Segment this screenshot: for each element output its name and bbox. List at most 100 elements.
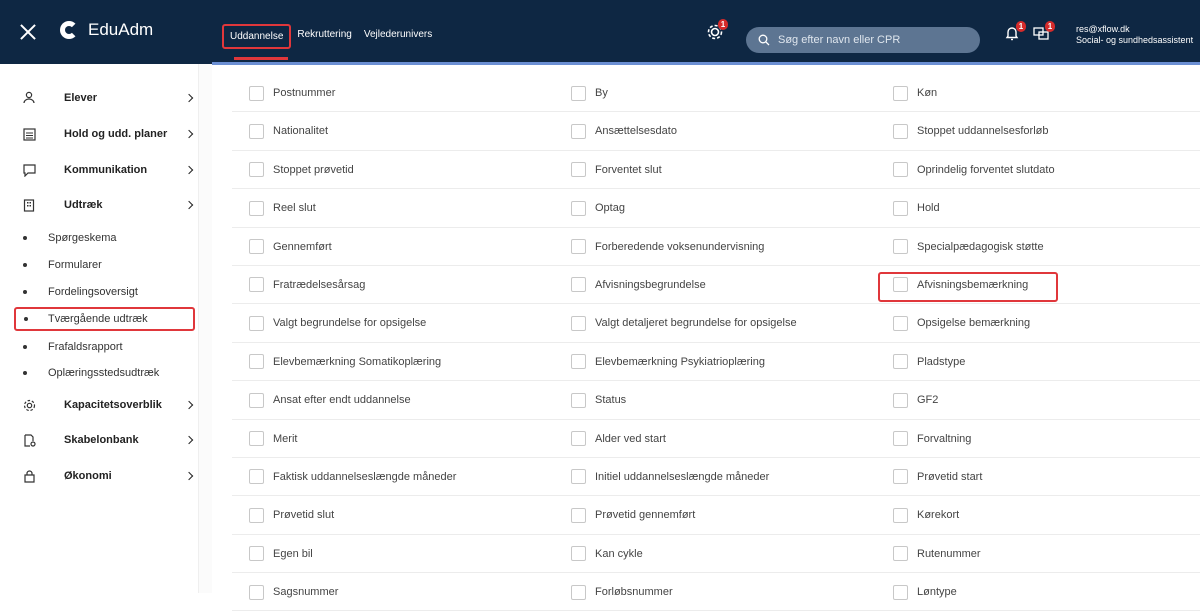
sidebar-subitem-tvaergaaende-udtraek[interactable]: Tværgående udtræk: [14, 307, 195, 331]
field-option[interactable]: Forventet slut: [571, 161, 662, 179]
sidebar-subitem-formularer[interactable]: Formularer: [0, 255, 198, 275]
field-option[interactable]: Sagsnummer: [249, 583, 338, 601]
field-option[interactable]: Pladstype: [893, 353, 965, 371]
field-option[interactable]: Hold: [893, 199, 940, 217]
field-checkbox[interactable]: [571, 200, 586, 216]
field-checkbox[interactable]: [571, 162, 586, 178]
field-checkbox[interactable]: [249, 200, 264, 216]
field-checkbox[interactable]: [893, 392, 908, 408]
field-option[interactable]: Ansat efter endt uddannelse: [249, 391, 411, 409]
field-checkbox[interactable]: [571, 85, 586, 101]
field-checkbox[interactable]: [893, 507, 908, 523]
field-option[interactable]: Prøvetid gennemført: [571, 506, 695, 524]
field-option[interactable]: Prøvetid start: [893, 468, 982, 486]
field-option[interactable]: Specialpædagogisk støtte: [893, 238, 1044, 256]
field-option[interactable]: Forvaltning: [893, 430, 971, 448]
field-checkbox[interactable]: [249, 507, 264, 523]
field-checkbox[interactable]: [571, 431, 586, 447]
field-checkbox[interactable]: [893, 315, 908, 331]
field-option[interactable]: Alder ved start: [571, 430, 666, 448]
field-checkbox[interactable]: [571, 546, 586, 562]
field-option[interactable]: Elevbemærkning Psykiatrioplæring: [571, 353, 765, 371]
sidebar-item-elever[interactable]: Elever: [0, 86, 198, 110]
field-option[interactable]: Status: [571, 391, 626, 409]
field-option[interactable]: Kørekort: [893, 506, 959, 524]
field-option[interactable]: Nationalitet: [249, 122, 328, 140]
field-checkbox[interactable]: [249, 315, 264, 331]
field-checkbox[interactable]: [249, 392, 264, 408]
field-option[interactable]: Afvisningsbemærkning: [893, 276, 1028, 294]
field-checkbox[interactable]: [249, 354, 264, 370]
field-option[interactable]: Opsigelse bemærkning: [893, 314, 1030, 332]
field-checkbox[interactable]: [893, 200, 908, 216]
tab-vejlederunivers[interactable]: Vejlederunivers: [358, 24, 438, 49]
field-option[interactable]: Forberedende voksenundervisning: [571, 238, 764, 256]
field-checkbox[interactable]: [893, 431, 908, 447]
field-checkbox[interactable]: [571, 469, 586, 485]
field-option[interactable]: Køn: [893, 84, 937, 102]
field-checkbox[interactable]: [893, 162, 908, 178]
field-option[interactable]: Reel slut: [249, 199, 316, 217]
field-option[interactable]: Elevbemærkning Somatikoplæring: [249, 353, 441, 371]
user-info[interactable]: res@xflow.dk Social- og sundhedsassisten…: [1076, 24, 1193, 46]
field-option[interactable]: Initiel uddannelseslængde måneder: [571, 468, 769, 486]
tab-rekruttering[interactable]: Rekruttering: [291, 24, 357, 49]
field-option[interactable]: Løntype: [893, 583, 957, 601]
field-checkbox[interactable]: [893, 584, 908, 600]
field-option[interactable]: Optag: [571, 199, 625, 217]
field-checkbox[interactable]: [571, 123, 586, 139]
bell-icon[interactable]: 1: [1004, 21, 1026, 45]
field-option[interactable]: Rutenummer: [893, 545, 981, 563]
field-checkbox[interactable]: [571, 507, 586, 523]
field-checkbox[interactable]: [893, 469, 908, 485]
field-checkbox[interactable]: [249, 277, 264, 293]
sidebar-scroll-gutter[interactable]: [198, 64, 212, 593]
sidebar-item-oekonomi[interactable]: Økonomi: [0, 464, 198, 488]
sidebar-subitem-oplaeringsstedsudtraek[interactable]: Oplæringsstedsudtræk: [0, 363, 198, 383]
field-checkbox[interactable]: [893, 239, 908, 255]
field-checkbox[interactable]: [893, 277, 908, 293]
field-checkbox[interactable]: [893, 354, 908, 370]
sidebar-item-skabelonbank[interactable]: Skabelonbank: [0, 428, 198, 452]
field-checkbox[interactable]: [249, 85, 264, 101]
search-box[interactable]: [746, 27, 980, 53]
field-checkbox[interactable]: [249, 162, 264, 178]
sidebar-subitem-fordelingsoversigt[interactable]: Fordelingsoversigt: [0, 282, 198, 302]
field-checkbox[interactable]: [571, 584, 586, 600]
field-option[interactable]: Merit: [249, 430, 297, 448]
field-option[interactable]: Afvisningsbegrundelse: [571, 276, 706, 294]
field-checkbox[interactable]: [571, 315, 586, 331]
field-option[interactable]: By: [571, 84, 608, 102]
field-option[interactable]: Valgt begrundelse for opsigelse: [249, 314, 426, 332]
field-option[interactable]: Kan cykle: [571, 545, 643, 563]
field-option[interactable]: GF2: [893, 391, 938, 409]
field-option[interactable]: Prøvetid slut: [249, 506, 334, 524]
search-input[interactable]: [778, 34, 968, 46]
field-option[interactable]: Faktisk uddannelseslængde måneder: [249, 468, 456, 486]
field-checkbox[interactable]: [893, 546, 908, 562]
field-option[interactable]: Valgt detaljeret begrundelse for opsigel…: [571, 314, 797, 332]
field-option[interactable]: Forløbsnummer: [571, 583, 673, 601]
field-checkbox[interactable]: [893, 85, 908, 101]
field-option[interactable]: Ansættelsesdato: [571, 122, 677, 140]
field-checkbox[interactable]: [571, 392, 586, 408]
sidebar-item-hold[interactable]: Hold og udd. planer: [0, 122, 198, 146]
field-option[interactable]: Postnummer: [249, 84, 335, 102]
field-checkbox[interactable]: [249, 469, 264, 485]
field-checkbox[interactable]: [571, 354, 586, 370]
field-checkbox[interactable]: [571, 239, 586, 255]
field-checkbox[interactable]: [249, 123, 264, 139]
sidebar-item-kommunikation[interactable]: Kommunikation: [0, 158, 198, 182]
sidebar-item-kapacitetsoverblik[interactable]: Kapacitetsoverblik: [0, 393, 198, 417]
sidebar-item-udtraek[interactable]: Udtræk: [0, 193, 198, 217]
field-option[interactable]: Oprindelig forventet slutdato: [893, 161, 1055, 179]
field-checkbox[interactable]: [893, 123, 908, 139]
close-icon[interactable]: [18, 22, 38, 42]
field-option[interactable]: Stoppet uddannelsesforløb: [893, 122, 1048, 140]
field-checkbox[interactable]: [249, 239, 264, 255]
tab-uddannelse[interactable]: Uddannelse: [222, 24, 292, 49]
sidebar-subitem-spoergeskema[interactable]: Spørgeskema: [0, 228, 198, 248]
field-checkbox[interactable]: [249, 431, 264, 447]
field-checkbox[interactable]: [571, 277, 586, 293]
field-option[interactable]: Egen bil: [249, 545, 313, 563]
